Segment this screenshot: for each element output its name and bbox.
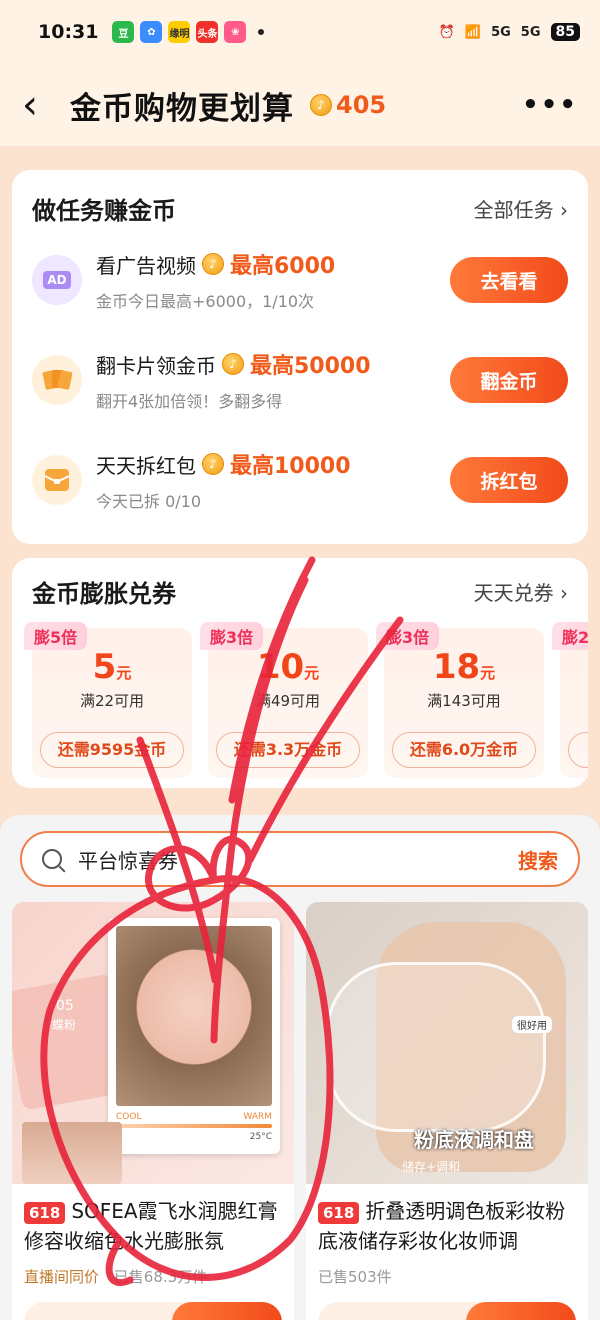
red-envelope-icon	[32, 455, 82, 505]
task-name: 看广告视频	[96, 253, 196, 278]
product-card[interactable]: 很好用 粉底液调和盘 储存+调和 618 折叠透明调色板彩妆粉底液储存彩妆化妆师调…	[306, 902, 588, 1320]
task-body: 翻卡片领金币 ♪ 最高50000 翻开4张加倍领！多翻多得	[96, 348, 450, 412]
page-title: 金币购物更划算	[70, 90, 294, 127]
product-image: 很好用 粉底液调和盘 储存+调和	[306, 902, 588, 1184]
tasks-card: 做任务赚金币 全部任务 › AD 看广告视频 ♪ 最高6000 金币今日最高+6…	[12, 170, 588, 544]
cards-icon	[32, 355, 82, 405]
coin-balance-value: 405	[336, 91, 387, 119]
coupon-multiplier-tag: 膨3倍	[376, 622, 440, 650]
coupon-need-button[interactable]: 还需9595金币	[40, 732, 184, 768]
price-bar[interactable]	[24, 1302, 282, 1320]
coupon-multiplier-tag: 膨2倍	[552, 622, 588, 650]
live-price-label: 直播间同价	[24, 1268, 100, 1286]
coupon-condition: 满22可用	[79, 692, 145, 710]
status-right: ⏰ 📶 5G 5G 85	[439, 23, 580, 41]
task-max-reward: 最高50000	[250, 354, 371, 379]
product-meta: 直播间同价 已售68.3万件	[12, 1260, 294, 1293]
task-body: 天天拆红包 ♪ 最高10000 今天已拆 0/10	[96, 448, 450, 512]
open-redpacket-button[interactable]: 拆红包	[450, 457, 568, 503]
coupons-card: 金币膨胀兑券 天天兑券 › 膨5倍 5元 满22可用 还需9595金币 膨3倍 …	[12, 558, 588, 788]
watch-video-button[interactable]: 去看看	[450, 257, 568, 303]
wifi-icon: 📶	[464, 24, 482, 40]
coupons-card-title: 金币膨胀兑券	[32, 579, 176, 608]
coupon-unit: 元	[480, 664, 496, 682]
page-header: ‹ 金币购物更划算 ♪ 405 •••	[0, 64, 600, 146]
task-name: 翻卡片领金币	[96, 353, 216, 378]
coupon-amount: 5	[92, 647, 117, 687]
coupon-item[interactable]: 膨3倍 18元 满143可用 还需6.0万金币	[376, 622, 544, 778]
toutiao-app-icon: 头条	[196, 21, 219, 43]
status-time: 10:31	[38, 21, 99, 43]
coupon-amount: 10	[256, 647, 305, 687]
sold-count: 已售68.3万件	[113, 1268, 208, 1286]
signal-icon-2: 5G	[520, 24, 541, 40]
promo-618-tag: 618	[24, 1202, 66, 1224]
task-row-redpacket: 天天拆红包 ♪ 最高10000 今天已拆 0/10 拆红包	[12, 430, 588, 530]
buy-button[interactable]	[172, 1302, 282, 1320]
buy-button[interactable]	[466, 1302, 576, 1320]
coupon-unit: 元	[304, 664, 320, 682]
coupon-multiplier-tag: 膨3倍	[200, 622, 264, 650]
coupon-need-button[interactable]: 还需6.0万金币	[392, 732, 536, 768]
flip-coins-button[interactable]: 翻金币	[450, 357, 568, 403]
daily-coupons-link[interactable]: 天天兑券 ›	[474, 577, 568, 606]
more-notifications-icon	[258, 29, 265, 35]
app-icon: ✿	[140, 21, 163, 43]
coupon-item[interactable]: 膨5倍 5元 满22可用 还需9595金币	[24, 622, 192, 778]
coupon-condition: 满143可用	[427, 692, 501, 710]
sold-count: 已售503件	[318, 1268, 392, 1286]
alarm-icon: ⏰	[438, 24, 455, 40]
coupon-list: 膨5倍 5元 满22可用 还需9595金币 膨3倍 10元 满49可用 还需3.…	[12, 620, 588, 790]
douban-app-icon: 豆	[112, 21, 135, 43]
app-icon: ❀	[224, 21, 247, 43]
ad-icon: AD	[32, 255, 82, 305]
task-row-ad: AD 看广告视频 ♪ 最高6000 金币今日最高+6000，1/10次 去看看	[12, 230, 588, 330]
task-max-reward: 最高10000	[230, 454, 351, 479]
search-input[interactable]: 平台惊喜券	[78, 845, 178, 874]
coupon-search-bar[interactable]: 平台惊喜券 搜索	[20, 831, 580, 887]
task-name: 天天拆红包	[96, 453, 196, 478]
task-max-reward: 最高6000	[230, 254, 336, 279]
coupon-unit: 元	[116, 664, 132, 682]
coupon-multiplier-tag: 膨5倍	[24, 622, 88, 650]
product-meta: 已售503件	[306, 1260, 588, 1293]
coupon-item[interactable]: 膨3倍 10元 满49可用 还需3.3万金币	[200, 622, 368, 778]
notification-icons: 豆 ✿ 缘明 头条 ❀	[112, 21, 265, 43]
coin-icon: ♪	[202, 253, 224, 275]
task-row-cards: 翻卡片领金币 ♪ 最高50000 翻开4张加倍领！多翻多得 翻金币	[12, 330, 588, 430]
task-subtitle: 今天已拆 0/10	[96, 492, 202, 511]
task-subtitle: 翻开4张加倍领！多翻多得	[96, 392, 283, 411]
tasks-card-header: 做任务赚金币 全部任务 ›	[12, 170, 588, 230]
coupon-need-button[interactable]: 还需3.3万金币	[216, 732, 360, 768]
promo-618-tag: 618	[318, 1202, 360, 1224]
product-title: 618 折叠透明调色板彩妆粉底液储存彩妆化妆师调	[318, 1199, 566, 1253]
product-title: 618 SOFEA霞飞水润腮红膏修容收缩色水光膨胀氛	[24, 1199, 278, 1253]
tasks-card-title: 做任务赚金币	[32, 196, 176, 225]
coupon-need-button[interactable]: 还	[568, 732, 588, 768]
product-image: 05 蝶粉 COOL WARM 25°C	[12, 902, 294, 1184]
status-bar: 10:31 豆 ✿ 缘明 头条 ❀ ⏰ 📶 5G 5G 85	[0, 0, 600, 64]
news-app-icon: 缘明	[168, 21, 191, 43]
coupon-condition: 满49可用	[255, 692, 321, 710]
coin-balance[interactable]: ♪ 405	[310, 91, 386, 119]
coupon-amount: 18	[432, 647, 481, 687]
task-subtitle: 金币今日最高+6000，1/10次	[96, 292, 315, 311]
search-button[interactable]: 搜索	[518, 845, 558, 874]
more-options-icon[interactable]: •••	[522, 90, 578, 120]
back-arrow-icon[interactable]: ‹	[22, 85, 62, 125]
task-body: 看广告视频 ♪ 最高6000 金币今日最高+6000，1/10次	[96, 248, 450, 312]
coin-icon: ♪	[202, 453, 224, 475]
battery-icon: 85	[550, 23, 580, 41]
coupons-card-header: 金币膨胀兑券 天天兑券 ›	[12, 558, 588, 620]
price-bar[interactable]	[318, 1302, 576, 1320]
coin-icon: ♪	[310, 94, 332, 116]
product-card[interactable]: 05 蝶粉 COOL WARM 25°C 618 SOFEA霞飞水润腮红膏修容收缩色…	[12, 902, 294, 1320]
product-feed: 平台惊喜券 搜索 05 蝶粉 COOL WARM 25°C 618 SOFEA霞飞水…	[0, 815, 600, 1320]
signal-icon-1: 5G	[491, 24, 511, 40]
coupon-item[interactable]: 膨2倍 还	[552, 622, 588, 778]
all-tasks-link[interactable]: 全部任务 ›	[474, 194, 568, 223]
search-icon	[42, 849, 62, 869]
coin-icon: ♪	[222, 353, 244, 375]
